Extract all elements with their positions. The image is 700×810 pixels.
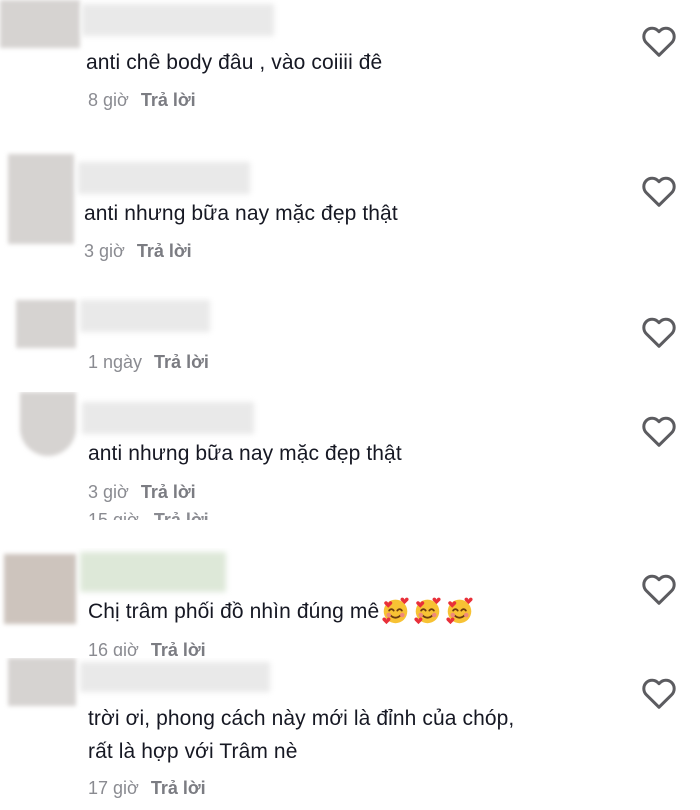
comment-meta: 17 giờ Trả lời (88, 776, 206, 800)
smiling-face-with-hearts-icon (445, 596, 474, 625)
avatar[interactable] (20, 392, 76, 456)
reply-button[interactable]: Trả lời (154, 352, 209, 372)
comment-text: anti nhưng bữa nay mặc đẹp thật (84, 202, 398, 225)
username-blurred[interactable] (82, 4, 274, 36)
comment-meta: 8 giờ Trả lời (88, 88, 196, 112)
comment-item: Chị trâm phối đồ nhìn đúng mê 16 giờ Trả … (0, 548, 700, 656)
smiling-face-with-hearts-icon (413, 596, 442, 625)
like-heart-icon[interactable] (641, 24, 677, 58)
comment-time: 3 giờ (88, 482, 129, 502)
reply-button[interactable]: Trả lời (151, 778, 206, 798)
comment-meta: 1 ngày Trả lời (88, 350, 209, 374)
comment-time: 3 giờ (84, 241, 125, 261)
comment-time: 16 giờ (88, 640, 139, 656)
like-heart-icon[interactable] (641, 414, 677, 448)
reply-button[interactable]: Trả lời (151, 640, 206, 656)
comment-text-line2: rất là hợp với Trâm nè (88, 740, 298, 763)
reply-button[interactable]: Trả lời (141, 90, 196, 110)
comment-item: anti nhưng bữa nay mặc đẹp thật 3 giờ Trả… (0, 392, 700, 530)
avatar[interactable] (4, 554, 76, 624)
clipped-comment-meta: 15 giờ Trả lời (88, 510, 209, 520)
comment-text: anti nhưng bữa nay mặc đẹp thật (88, 442, 402, 465)
username-blurred[interactable] (82, 402, 254, 434)
comment-text: anti chê body đâu , vào coiiii đê (86, 51, 383, 74)
like-heart-icon[interactable] (641, 572, 677, 606)
reply-button[interactable]: Trả lời (141, 482, 196, 502)
avatar[interactable] (0, 0, 80, 48)
comment-item: trời ơi, phong cách này mới là đỉnh của … (0, 658, 700, 810)
comment-item: 1 ngày Trả lời (0, 296, 700, 380)
comment-item: anti nhưng bữa nay mặc đẹp thật 3 giờ Trả… (0, 150, 700, 282)
comment-text: trời ơi, phong cách này mới là đỉnh của … (88, 707, 515, 730)
comment-time: 1 ngày (88, 352, 143, 372)
comment-item: anti chê body đâu , vào coiiii đê 8 giờ T… (0, 0, 700, 145)
like-heart-icon[interactable] (641, 315, 677, 349)
avatar[interactable] (16, 300, 76, 348)
username-blurred[interactable] (78, 162, 250, 194)
smiling-face-with-hearts-icon (381, 596, 410, 625)
comment-meta: 3 giờ Trả lời (84, 239, 192, 263)
username-blurred[interactable] (80, 552, 226, 592)
emoji-group (381, 596, 477, 629)
username-blurred[interactable] (80, 662, 270, 692)
reply-button[interactable]: Trả lời (137, 241, 192, 261)
avatar[interactable] (8, 154, 74, 244)
like-heart-icon[interactable] (641, 676, 677, 710)
username-blurred[interactable] (80, 300, 210, 332)
comment-meta: 3 giờ Trả lời (88, 480, 196, 504)
comment-text: Chị trâm phối đồ nhìn đúng mê (88, 595, 477, 629)
comment-time: 17 giờ (88, 778, 139, 798)
comment-meta: 16 giờ Trả lời (88, 638, 206, 656)
avatar[interactable] (8, 658, 76, 706)
comment-time: 8 giờ (88, 90, 129, 110)
like-heart-icon[interactable] (641, 174, 677, 208)
